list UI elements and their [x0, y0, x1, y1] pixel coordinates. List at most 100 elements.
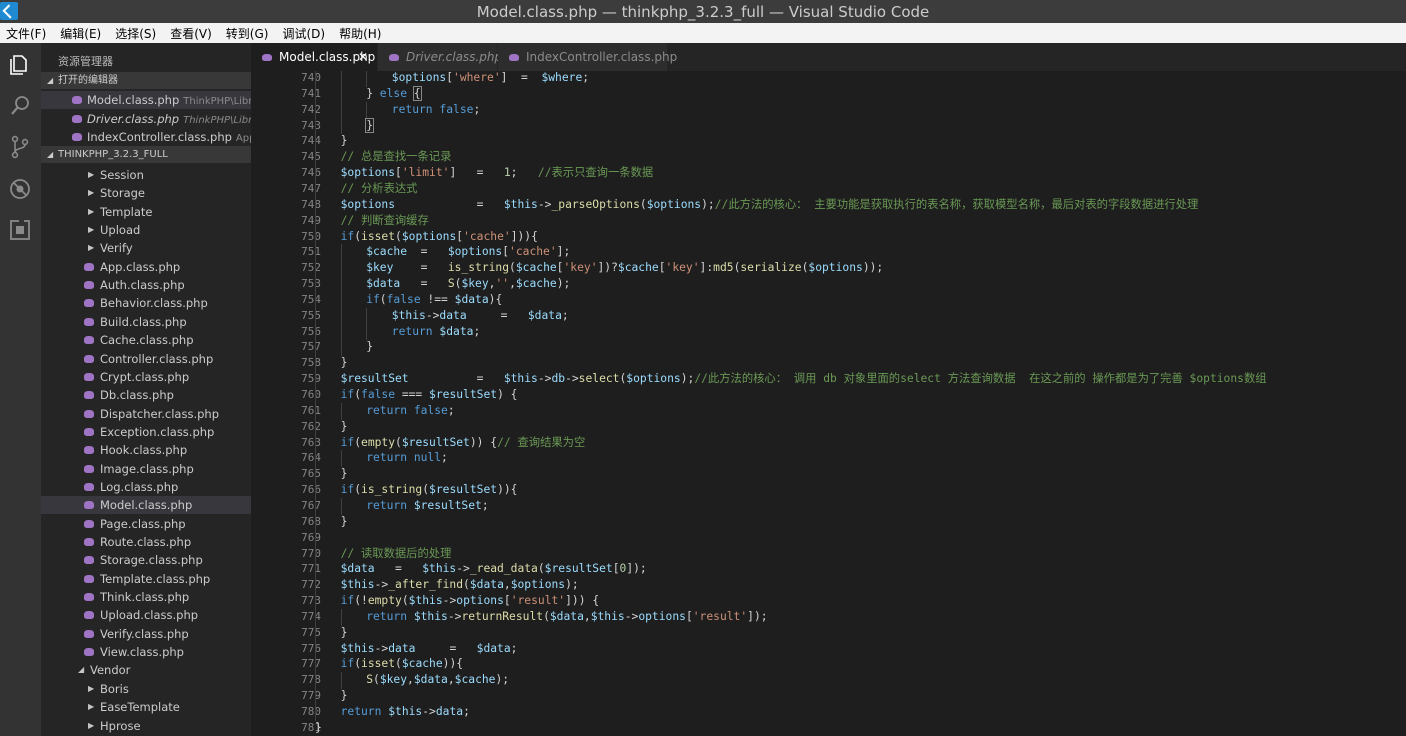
menu-item[interactable]: 调试(D): [282, 25, 325, 42]
explorer-icon[interactable]: [8, 53, 32, 77]
indent-guide: [315, 355, 316, 373]
tree-item-label: Storage: [100, 186, 145, 201]
file-item[interactable]: Route.class.php: [41, 533, 251, 551]
close-icon[interactable]: ✕: [358, 43, 368, 71]
folder-item[interactable]: ▶ Verify: [41, 239, 251, 257]
file-item[interactable]: Verify.class.php: [41, 625, 251, 643]
file-item[interactable]: View.class.php: [41, 643, 251, 661]
code-line: $key = is_string($cache['key'])?$cache['…: [366, 260, 883, 276]
file-item[interactable]: Image.class.php: [41, 460, 251, 478]
code-token: '': [495, 277, 510, 291]
folder-item[interactable]: ▶ Upload: [41, 221, 251, 239]
indent-guide: [340, 497, 342, 515]
code-token: $this: [503, 372, 538, 386]
code-token: )){: [442, 657, 464, 671]
indent-guide: [340, 117, 342, 135]
php-file-icon: [84, 574, 94, 583]
file-item[interactable]: Build.class.php: [41, 313, 251, 331]
code-line: // 读取数据后的处理: [341, 546, 452, 562]
chevron-down-icon: ◢: [78, 665, 85, 675]
php-file-icon: [84, 336, 94, 345]
menu-item[interactable]: 转到(G): [226, 25, 269, 42]
file-item[interactable]: Log.class.php: [41, 478, 251, 496]
folder-item[interactable]: ▶ Storage: [41, 184, 251, 202]
tree-item-label: Hprose: [100, 718, 141, 733]
folder-item[interactable]: ▶ Template: [41, 203, 251, 221]
file-item[interactable]: Exception.class.php: [41, 423, 251, 441]
file-item[interactable]: App.class.php: [41, 258, 251, 276]
code-token: $options: [626, 372, 681, 386]
tab-label: Driver.class.php: [406, 50, 503, 64]
indent-guide: [315, 165, 316, 182]
folder-item[interactable]: ◢ Vendor: [41, 661, 251, 679]
line-number: 757: [301, 340, 321, 354]
code-token: (: [395, 657, 402, 671]
menu-item[interactable]: 选择(S): [115, 25, 156, 42]
code-token: 'where': [453, 71, 501, 84]
php-file-icon: [72, 114, 82, 123]
file-item[interactable]: Page.class.php: [41, 515, 251, 533]
folder-item[interactable]: ▶ EaseTemplate: [41, 698, 251, 716]
code-token: $resultSet: [429, 388, 498, 401]
debug-icon[interactable]: [8, 177, 32, 201]
file-item[interactable]: Dispatcher.class.php: [41, 405, 251, 423]
open-editor-item[interactable]: Model.class.phpThinkPHP\Library\...: [41, 91, 251, 109]
indent-guide: [366, 101, 368, 119]
code-token: }: [366, 340, 373, 354]
code-token: ->: [537, 372, 552, 386]
php-file-icon: [84, 556, 94, 565]
extensions-icon[interactable]: [8, 218, 32, 242]
menu-item[interactable]: 编辑(E): [60, 25, 101, 42]
php-file-icon: [84, 446, 94, 455]
file-item[interactable]: Crypt.class.php: [41, 368, 251, 386]
file-item[interactable]: Template.class.php: [41, 570, 251, 588]
code-token: (: [537, 562, 545, 576]
code-token: if: [340, 388, 355, 401]
code-token: ;: [510, 166, 538, 180]
indent-guide: [340, 260, 342, 278]
folder-item[interactable]: ▶ Boris: [41, 680, 251, 698]
tree-item-label: Hook.class.php: [100, 443, 188, 458]
indent-guide: [315, 402, 316, 420]
code-token: $resultSet: [401, 435, 470, 449]
file-item[interactable]: Upload.class.php: [41, 606, 251, 624]
file-item[interactable]: Hook.class.php: [41, 441, 251, 459]
file-item[interactable]: Db.class.php: [41, 386, 251, 404]
code-token: (: [354, 229, 362, 243]
file-item[interactable]: Behavior.class.php: [41, 294, 251, 312]
tree-item-label: EaseTemplate: [100, 700, 180, 715]
file-item[interactable]: Think.class.php: [41, 588, 251, 606]
code-token: serialize: [740, 261, 802, 275]
menu-item[interactable]: 帮助(H): [339, 25, 381, 42]
open-editor-item[interactable]: IndexController.class.phpApplica...: [41, 128, 251, 146]
indent-guide: [315, 339, 316, 357]
code-token: )) {: [469, 435, 498, 449]
code-token: =: [400, 277, 448, 291]
search-icon[interactable]: [8, 94, 32, 118]
editor-tab[interactable]: IndexController.class.php: [498, 43, 677, 71]
file-item[interactable]: Auth.class.php: [41, 276, 251, 294]
menu-item[interactable]: 查看(V): [170, 25, 212, 42]
code-token: $this: [408, 594, 443, 608]
file-item[interactable]: Model.class.php: [41, 496, 251, 515]
file-item[interactable]: Storage.class.php: [41, 551, 251, 569]
project-folder-header[interactable]: ◢ THINKPHP_3.2.3_FULL: [41, 146, 251, 163]
open-editors-header[interactable]: ◢ 打开的编辑器: [41, 72, 251, 89]
code-token: (: [354, 483, 362, 497]
editor-tab[interactable]: Model.class.php ✕: [251, 43, 378, 71]
source-control-icon[interactable]: [8, 135, 32, 159]
file-item[interactable]: Controller.class.php: [41, 350, 251, 368]
file-item[interactable]: Cache.class.php: [41, 331, 251, 349]
folder-item[interactable]: ▶ Hprose: [41, 717, 251, 735]
open-editor-item[interactable]: Driver.class.phpThinkPHP\Library\...: [41, 110, 251, 128]
code-token: $data: [527, 308, 562, 322]
code-editor[interactable]: 740 741 742 743 744 745 746 747 748 749 750 751 752 7…: [251, 71, 1406, 736]
title-bar: Model.class.php — thinkphp_3.2.3_full — …: [0, 0, 1406, 23]
editor-tab[interactable]: Driver.class.php: [378, 43, 502, 71]
indent-guide: [315, 212, 316, 230]
folder-item[interactable]: ▶ Session: [41, 166, 251, 184]
line-number: 760: [301, 388, 321, 401]
code-token: }: [340, 625, 348, 639]
menu-item[interactable]: 文件(F): [6, 25, 46, 42]
